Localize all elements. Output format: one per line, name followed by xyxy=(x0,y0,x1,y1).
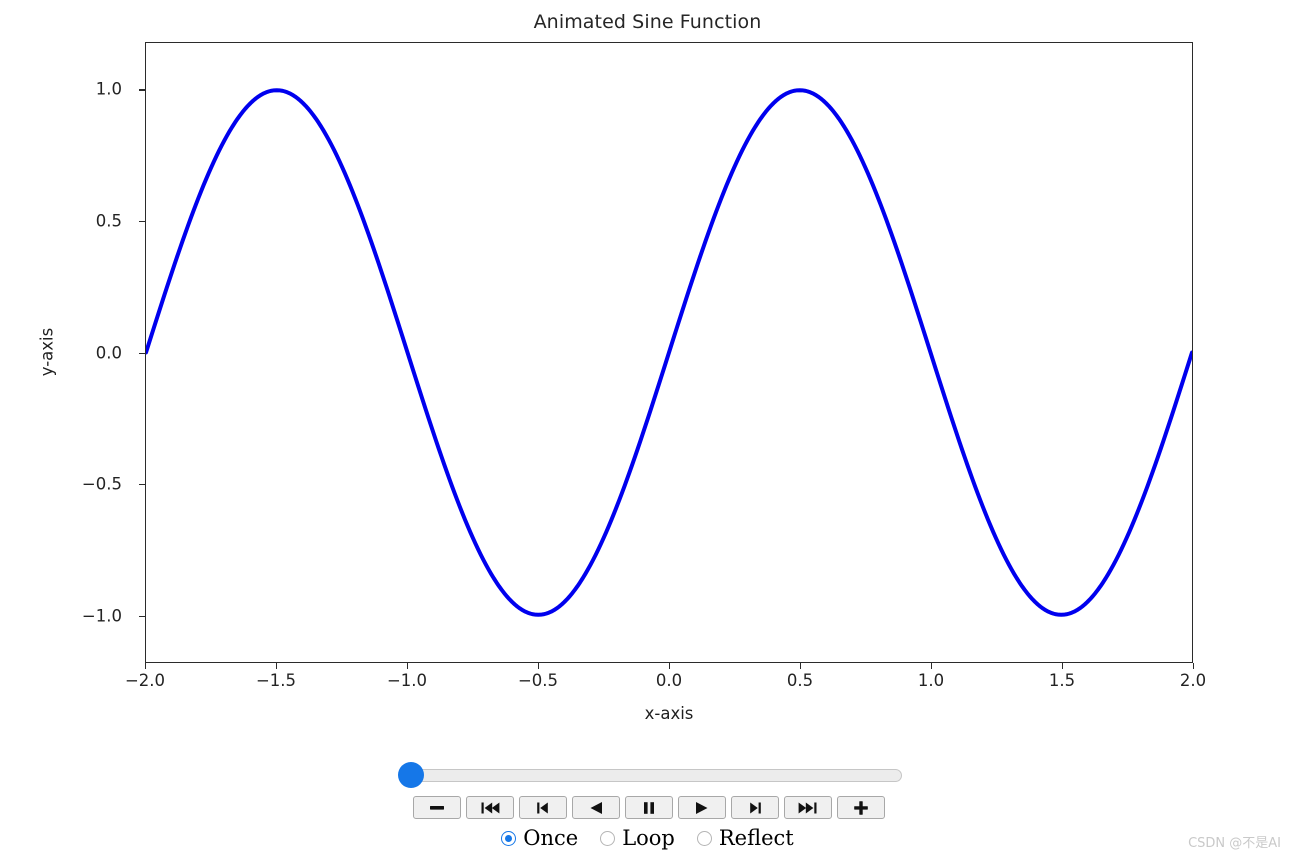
minus-icon xyxy=(426,800,448,816)
slider-handle[interactable] xyxy=(398,762,424,788)
skip-back-icon xyxy=(479,800,501,816)
radio-option-loop[interactable]: Loop xyxy=(600,828,675,849)
playback-button-row xyxy=(413,796,885,819)
page-title: Animated Sine Function xyxy=(533,11,762,33)
x-tick-label: −1.5 xyxy=(255,671,297,690)
radio-button-icon[interactable] xyxy=(600,831,616,846)
x-tick-label: 0.5 xyxy=(786,671,814,690)
watermark: CSDN @不是AI xyxy=(1188,836,1281,851)
x-tick-mark xyxy=(931,663,933,669)
step-back-button[interactable] xyxy=(519,796,567,819)
pause-icon xyxy=(638,800,660,816)
play-forward-icon xyxy=(691,800,713,816)
play-forward-button[interactable] xyxy=(678,796,726,819)
x-tick-label: 1.5 xyxy=(1048,671,1076,690)
animation-mode-radio-group: Once Loop Reflect xyxy=(0,828,1295,849)
radio-option-label: Once xyxy=(523,826,579,850)
y-tick-label: −1.0 xyxy=(81,606,122,626)
skip-forward-icon xyxy=(797,800,819,816)
x-tick-label: 0.0 xyxy=(655,671,683,690)
jump-to-end-button[interactable] xyxy=(784,796,832,819)
animation-controls: Once Loop Reflect xyxy=(0,740,1295,861)
increase-speed-button[interactable] xyxy=(837,796,885,819)
y-tick-label: 1.0 xyxy=(95,79,122,99)
y-tick-label: −0.5 xyxy=(81,474,122,494)
x-tick-mark xyxy=(538,663,540,669)
x-tick-label: −1.0 xyxy=(386,671,428,690)
plus-icon xyxy=(850,800,872,816)
x-tick-label: 2.0 xyxy=(1179,671,1207,690)
y-tick-label: 0.0 xyxy=(95,343,122,362)
radio-button-icon[interactable] xyxy=(696,831,712,846)
play-back-icon xyxy=(585,800,607,816)
frame-slider[interactable] xyxy=(398,760,908,788)
x-tick-label: 1.0 xyxy=(917,671,945,690)
figure-window: Animated Sine Function y-axis x-axis 1.0… xyxy=(0,0,1295,861)
x-tick-label: −2.0 xyxy=(124,671,166,690)
decrease-speed-button[interactable] xyxy=(413,796,461,819)
plot-area xyxy=(145,42,1193,663)
play-backward-button[interactable] xyxy=(572,796,620,819)
radio-option-once[interactable]: Once xyxy=(501,828,578,849)
sine-curve-plot xyxy=(146,88,1192,617)
x-tick-mark xyxy=(800,663,802,669)
radio-button-icon[interactable] xyxy=(501,831,517,846)
radio-option-label: Loop xyxy=(622,826,675,850)
y-tick-label: 0.5 xyxy=(95,211,122,231)
radio-option-label: Reflect xyxy=(718,826,794,850)
step-forward-button[interactable] xyxy=(731,796,779,819)
x-tick-mark xyxy=(276,663,278,669)
jump-to-start-button[interactable] xyxy=(466,796,514,819)
sine-curve-line xyxy=(146,88,1192,617)
pause-button[interactable] xyxy=(625,796,673,819)
slider-track[interactable] xyxy=(408,769,902,782)
step-back-icon xyxy=(532,800,554,816)
x-tick-mark xyxy=(145,663,147,669)
x-tick-mark xyxy=(669,663,671,669)
x-tick-mark xyxy=(407,663,409,669)
x-axis-label: x-axis xyxy=(644,704,694,723)
step-forward-icon xyxy=(744,800,766,816)
radio-option-reflect[interactable]: Reflect xyxy=(696,826,794,850)
x-tick-mark xyxy=(1062,663,1064,669)
x-tick-label: −0.5 xyxy=(517,671,559,690)
matplotlib-figure: Animated Sine Function y-axis x-axis 1.0… xyxy=(0,0,1295,740)
x-tick-mark xyxy=(1193,663,1195,669)
